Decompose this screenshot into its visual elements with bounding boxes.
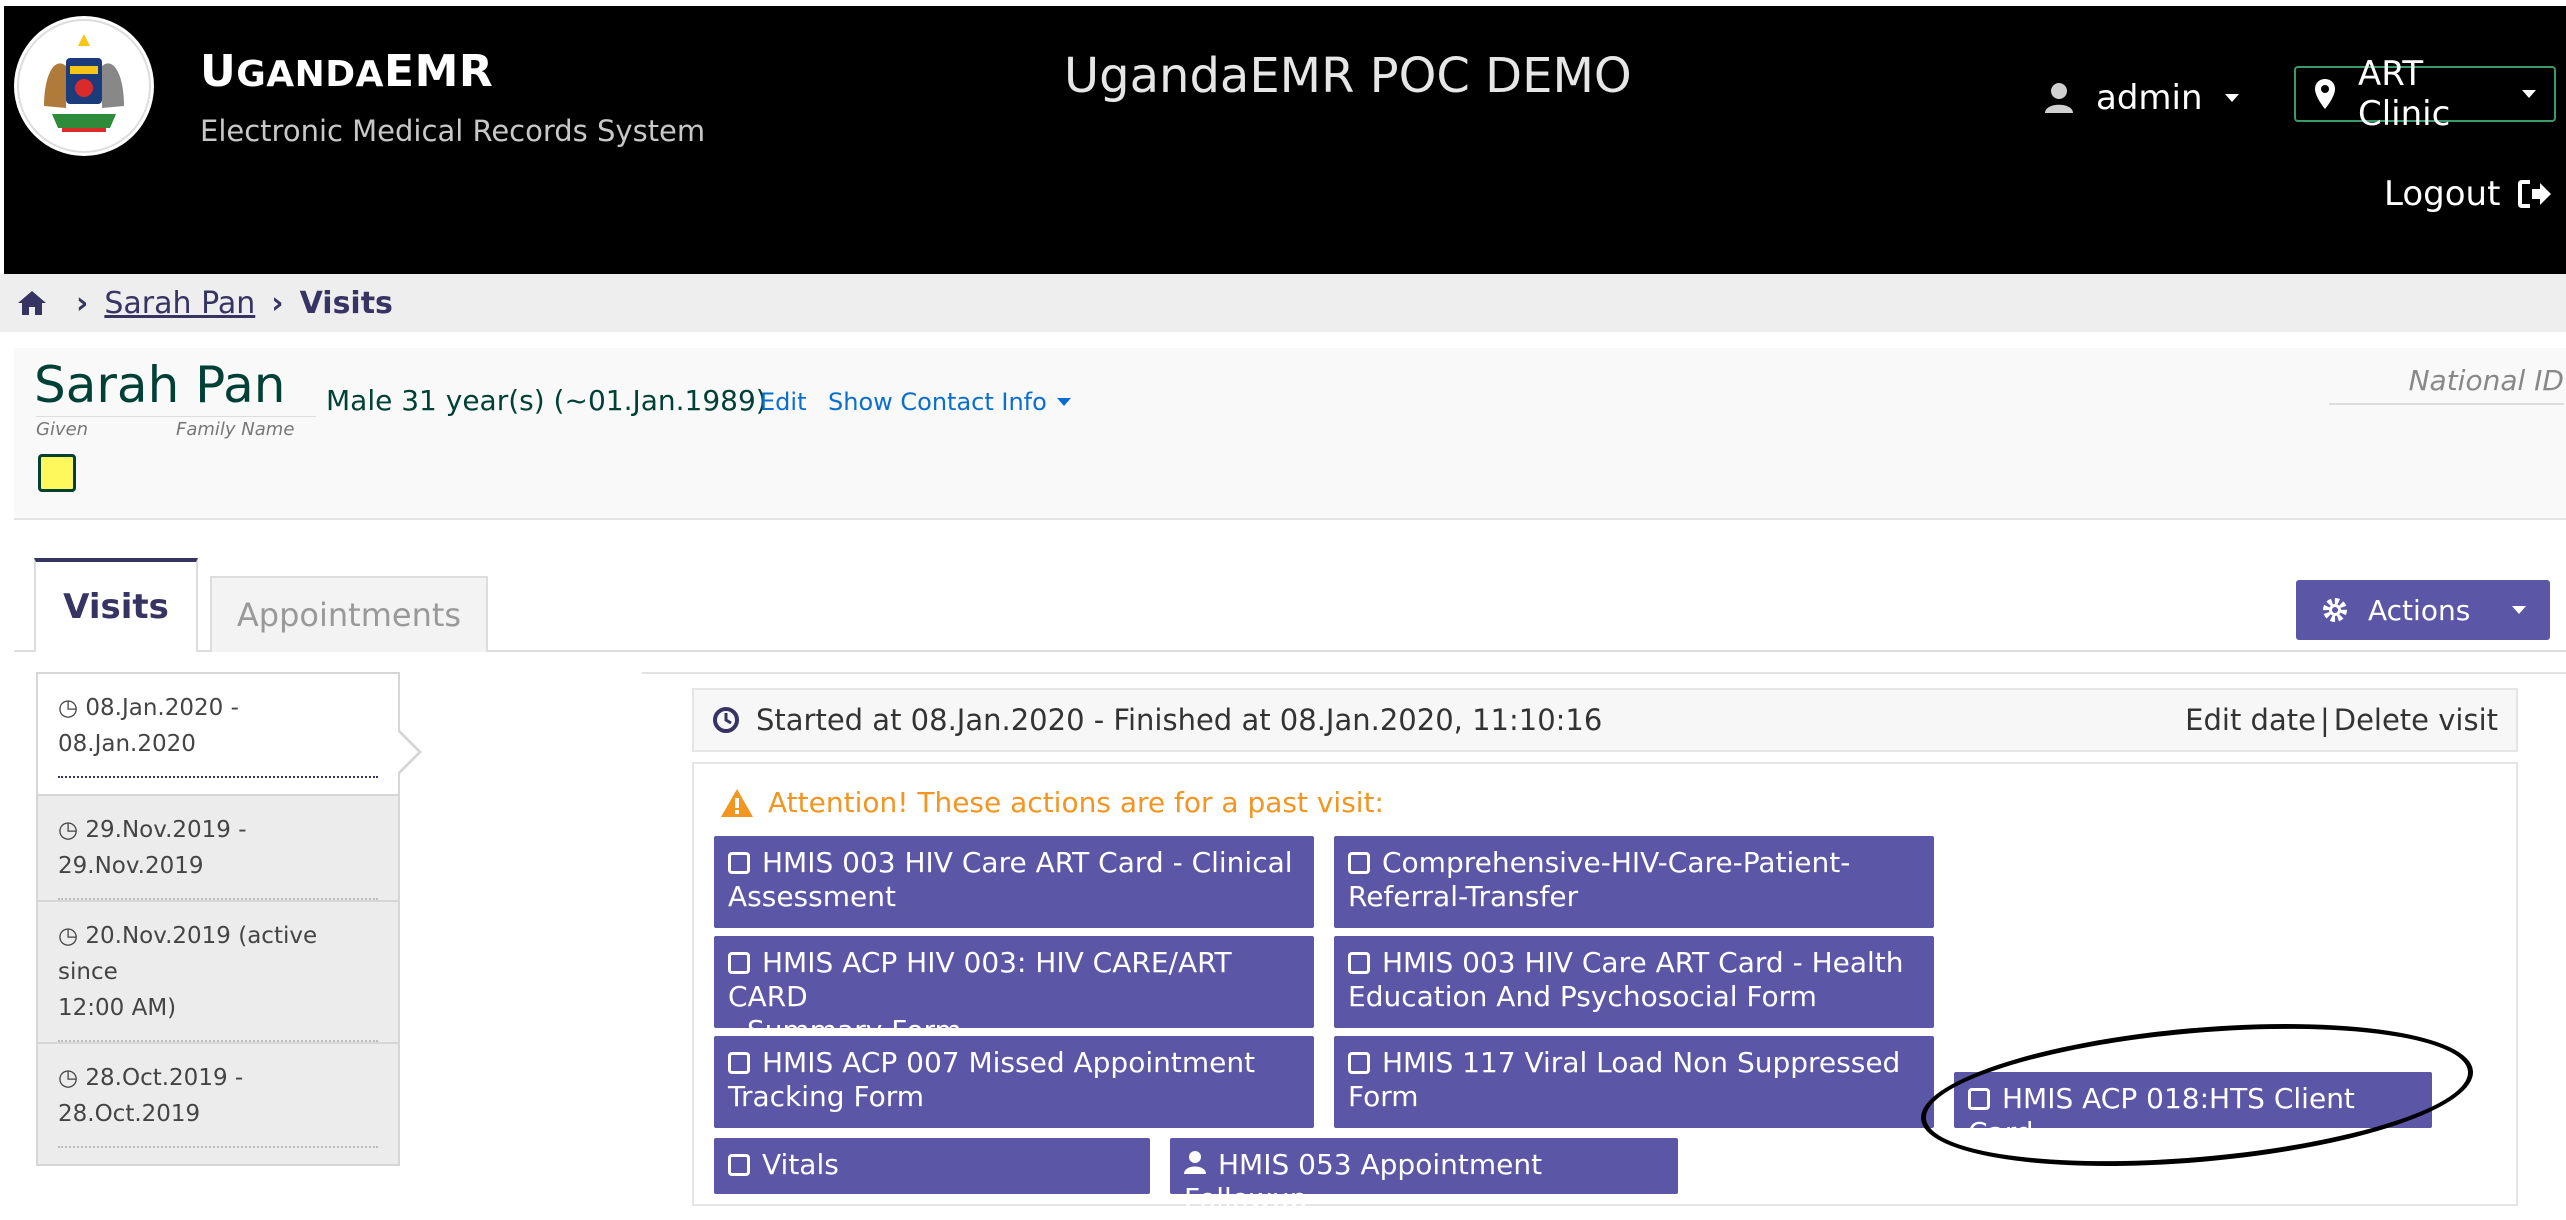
visit-date-line2: 12:00 AM): [58, 995, 177, 1021]
clock-icon: ◷: [58, 923, 79, 949]
chevron-right-icon: ›: [271, 285, 284, 321]
show-contact-info-link[interactable]: Show Contact Info: [828, 388, 1071, 416]
delete-visit-link[interactable]: Delete visit: [2334, 703, 2498, 737]
form-button-comprehensive-hiv-referral[interactable]: Comprehensive-HIV-Care-Patient- Referral-…: [1334, 836, 1934, 928]
form-button-vitals[interactable]: Vitals: [714, 1138, 1150, 1194]
location-label: ART Clinic: [2358, 54, 2451, 134]
visit-date-line1: 08.Jan.2020 - 08.Jan.2020: [58, 695, 239, 757]
form-label-line2: Referral-Transfer: [1348, 880, 1579, 913]
medical-kit-icon: [728, 1052, 750, 1074]
logout-link[interactable]: Logout: [2384, 174, 2552, 214]
map-marker-icon: [2314, 78, 2336, 110]
breadcrumb-current: Visits: [299, 285, 393, 321]
form-label-line2: Assessment: [728, 880, 896, 913]
system-title: UgandaEMR POC DEMO: [1064, 48, 1632, 104]
details-divider: [642, 672, 2566, 674]
warning-icon: [720, 788, 754, 818]
form-label-line1: HMIS ACP 007 Missed Appointment: [762, 1046, 1256, 1079]
user-name: admin: [2096, 78, 2203, 118]
clock-icon: ◷: [58, 817, 79, 843]
brand-name: UGANDAEMR: [200, 46, 494, 97]
family-name-label: Family Name: [176, 416, 316, 440]
user-menu[interactable]: admin: [2044, 78, 2239, 118]
visit-item[interactable]: ◷ 28.Oct.2019 - 28.Oct.2019: [36, 1044, 400, 1166]
visit-item[interactable]: ◷ 20.Nov.2019 (active since 12:00 AM): [36, 902, 400, 1044]
form-label-line1: HMIS 117 Viral Load Non Suppressed: [1382, 1046, 1901, 1079]
form-label-line1: HMIS 003 HIV Care ART Card - Clinical: [762, 846, 1293, 879]
form-label-line1: Vitals: [762, 1148, 839, 1181]
user-icon: [2044, 82, 2074, 114]
form-button-hmis-117-viral-load[interactable]: HMIS 117 Viral Load Non Suppressed Form: [1334, 1036, 1934, 1128]
visit-summary-text: Started at 08.Jan.2020 - Finished at 08.…: [756, 703, 1603, 737]
form-label-line2: Education And Psychosocial Form: [1348, 980, 1817, 1013]
gear-icon: [2320, 595, 2350, 625]
clock-icon: ◷: [58, 695, 79, 721]
contact-info-label: Show Contact Info: [828, 388, 1047, 416]
form-button-hmis-003-health-education[interactable]: HMIS 003 HIV Care ART Card - Health Educa…: [1334, 936, 1934, 1028]
sticky-note-icon[interactable]: [38, 454, 76, 492]
chevron-right-icon: ›: [76, 285, 89, 321]
visit-date-line1: 29.Nov.2019 -: [85, 817, 247, 843]
tab-appointments[interactable]: Appointments: [210, 576, 488, 652]
form-button-hmis-053-appointment-followup[interactable]: HMIS 053 Appointment Followup: [1170, 1138, 1678, 1215]
form-label-line2: Form: [1348, 1080, 1419, 1113]
logout-label: Logout: [2384, 174, 2501, 214]
attention-text: Attention! These actions are for a past …: [768, 786, 1384, 819]
breadcrumb: › Sarah Pan › Visits: [0, 274, 2566, 332]
medical-kit-icon: [728, 952, 750, 974]
patient-header: Sarah Pan Given Family Name Male 31 year…: [14, 348, 2566, 520]
form-button-hmis-acp-007-missed-appointment[interactable]: HMIS ACP 007 Missed Appointment Tracking …: [714, 1036, 1314, 1128]
visit-summary-bar: Started at 08.Jan.2020 - Finished at 08.…: [692, 688, 2518, 752]
location-selector[interactable]: ART Clinic: [2294, 54, 2556, 134]
medical-kit-icon: [1348, 952, 1370, 974]
form-label-line1: Comprehensive-HIV-Care-Patient-: [1382, 846, 1851, 879]
visit-item[interactable]: ◷ 29.Nov.2019 - 29.Nov.2019: [36, 796, 400, 902]
medical-kit-icon: [728, 1154, 750, 1176]
brand-subtitle: Electronic Medical Records System: [200, 114, 706, 148]
form-label-line2: Tracking Form: [728, 1080, 924, 1113]
home-icon[interactable]: [16, 289, 48, 317]
form-label-line1: HMIS ACP HIV 003: HIV CARE/ART CARD: [728, 946, 1232, 1013]
edit-patient-link[interactable]: Edit: [760, 388, 806, 416]
medical-kit-icon: [1348, 852, 1370, 874]
breadcrumb-patient-link[interactable]: Sarah Pan: [104, 286, 255, 321]
medical-kit-icon: [1348, 1052, 1370, 1074]
given-name-label: Given: [36, 416, 176, 440]
chevron-down-icon: [2512, 606, 2526, 614]
medical-kit-icon: [728, 852, 750, 874]
visit-date-line1: 20.Nov.2019 (active since: [58, 923, 318, 985]
form-label-line1: HMIS 003 HIV Care ART Card - Health: [1382, 946, 1904, 979]
actions-label: Actions: [2368, 593, 2471, 627]
actions-button[interactable]: Actions: [2296, 580, 2550, 640]
patient-name: Sarah Pan: [34, 356, 286, 414]
separator: |: [2319, 703, 2330, 737]
app-header: UGANDAEMR Electronic Medical Records Sys…: [4, 6, 2566, 274]
sign-out-icon: [2518, 179, 2552, 209]
visit-item-selected[interactable]: ◷ 08.Jan.2020 - 08.Jan.2020: [36, 672, 400, 796]
edit-date-link[interactable]: Edit date: [2185, 703, 2316, 737]
chevron-down-icon: [2224, 94, 2239, 102]
visit-date-line2: 29.Nov.2019: [58, 853, 204, 879]
visit-list: ◷ 08.Jan.2020 - 08.Jan.2020 ◷ 29.Nov.201…: [36, 672, 400, 1166]
chevron-down-icon: [2522, 90, 2536, 98]
attention-message: Attention! These actions are for a past …: [720, 786, 1384, 819]
national-id-label: National ID: [2328, 364, 2564, 405]
uganda-coat-of-arms-logo[interactable]: [14, 16, 154, 156]
form-button-hmis-003-clinical-assessment[interactable]: HMIS 003 HIV Care ART Card - Clinical Ass…: [714, 836, 1314, 928]
visit-date-line1: 28.Oct.2019 - 28.Oct.2019: [58, 1065, 244, 1127]
form-button-hmis-acp-hiv-003-summary[interactable]: HMIS ACP HIV 003: HIV CARE/ART CARD - Sum…: [714, 936, 1314, 1047]
clock-icon: ◷: [58, 1065, 79, 1091]
tab-visits[interactable]: Visits: [34, 558, 198, 652]
user-icon: [1184, 1150, 1206, 1174]
patient-demographics: Male 31 year(s) (~01.Jan.1989): [326, 384, 767, 417]
clock-icon: [712, 706, 740, 734]
selected-visit-pointer-fill: [396, 730, 418, 774]
caret-down-icon: [1056, 398, 1071, 406]
